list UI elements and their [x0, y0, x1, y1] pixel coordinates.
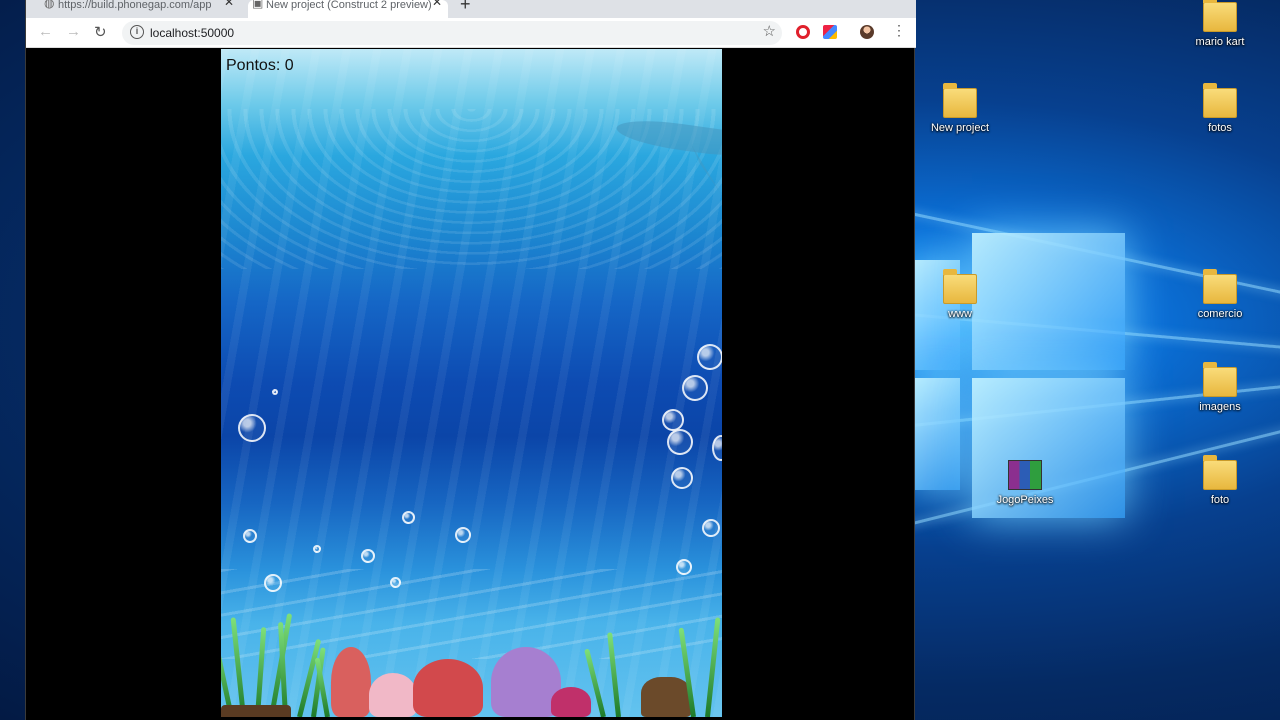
bubble	[667, 429, 693, 455]
bubble	[455, 527, 471, 543]
page-icon: ▣	[252, 0, 264, 10]
back-arrow-icon[interactable]: ←	[38, 23, 53, 40]
info-icon[interactable]: i	[130, 25, 144, 39]
seaweed	[705, 617, 721, 717]
coral	[551, 687, 591, 717]
tab-construct-preview[interactable]: ▣ New project (Construct 2 preview) ✕	[248, 0, 448, 18]
seaweed	[607, 632, 621, 717]
desktop-icon-label: comercio	[1197, 308, 1243, 320]
seaweed	[230, 617, 246, 717]
browser-toolbar: ← → ↻ i localhost:50000 ☆ ⋮	[26, 18, 916, 48]
address-bar[interactable]: i localhost:50000 ☆	[122, 21, 782, 45]
log	[221, 705, 291, 717]
browser-window: ◍ https://build.phonegap.com/app ✕ ▣ New…	[25, 0, 916, 720]
desktop-icon-fotos[interactable]: fotos	[1180, 83, 1260, 134]
bubble	[313, 545, 321, 553]
bubble	[272, 389, 278, 395]
desktop-icon-imagens[interactable]: imagens	[1180, 362, 1260, 413]
desktop-icon-foto[interactable]: foto	[1180, 455, 1260, 506]
bubble	[702, 519, 720, 537]
image-extension-icon[interactable]	[823, 25, 837, 39]
tab-phonegap[interactable]: ◍ https://build.phonegap.com/app ✕	[40, 0, 240, 18]
desktop-icon-www[interactable]: www	[920, 269, 1000, 320]
coral	[413, 659, 483, 717]
barrel	[641, 677, 691, 717]
bubble	[390, 577, 401, 588]
desktop-icon-label: imagens	[1199, 401, 1241, 413]
folder-icon	[1203, 0, 1237, 32]
reload-icon[interactable]: ↻	[94, 23, 107, 41]
desktop-icon-mario-kart[interactable]: mario kart	[1180, 0, 1260, 48]
bubble	[243, 529, 257, 543]
bubble	[662, 409, 684, 431]
folder-icon	[1203, 269, 1237, 304]
close-icon[interactable]: ✕	[224, 0, 234, 8]
bubble	[264, 574, 282, 592]
desktop-icon-label: fotos	[1208, 122, 1232, 134]
tab-label: New project (Construct 2 preview)	[266, 0, 432, 11]
profile-avatar[interactable]	[860, 25, 874, 39]
bubble	[671, 467, 693, 489]
tab-label: https://build.phonegap.com/app	[58, 0, 212, 11]
archive-icon	[1008, 460, 1042, 490]
desktop-icon-label: www	[948, 308, 972, 320]
bubble	[238, 414, 266, 442]
globe-icon: ◍	[44, 0, 55, 10]
desktop-icon-label: New project	[930, 122, 990, 134]
url-text[interactable]: localhost:50000	[150, 26, 234, 40]
coral	[369, 673, 417, 717]
desktop-icon-comercio[interactable]: comercio	[1180, 269, 1260, 320]
desktop-icon-label: JogoPeixes	[996, 494, 1054, 506]
game-canvas[interactable]: Pontos: 0	[221, 49, 722, 717]
close-icon[interactable]: ✕	[432, 0, 442, 8]
folder-icon	[1203, 362, 1237, 397]
folder-icon	[1203, 455, 1237, 490]
bubble	[697, 344, 722, 370]
forward-arrow-icon[interactable]: →	[66, 23, 81, 40]
bubble	[676, 559, 692, 575]
tab-strip: ◍ https://build.phonegap.com/app ✕ ▣ New…	[26, 0, 916, 18]
bubble	[361, 549, 375, 563]
folder-icon	[1203, 83, 1237, 118]
new-tab-button[interactable]: +	[460, 0, 471, 15]
score-label: Pontos: 0	[226, 57, 294, 74]
desktop-icon-new-project[interactable]: New project	[920, 83, 1000, 134]
windows-logo-pane	[915, 378, 960, 490]
desktop-icon-label: mario kart	[1195, 36, 1245, 48]
desktop-icon-label: foto	[1210, 494, 1230, 506]
desktop-icon-jogopeixes[interactable]: JogoPeixes	[985, 460, 1065, 506]
seaweed	[255, 627, 267, 717]
coral	[331, 647, 371, 717]
seabed	[221, 607, 722, 717]
bubble	[402, 511, 415, 524]
folder-icon	[943, 269, 977, 304]
opera-extension-icon[interactable]	[796, 25, 810, 39]
folder-icon	[943, 83, 977, 118]
menu-dots-icon[interactable]: ⋮	[892, 22, 906, 39]
star-icon[interactable]: ☆	[763, 22, 776, 40]
bubble	[682, 375, 708, 401]
